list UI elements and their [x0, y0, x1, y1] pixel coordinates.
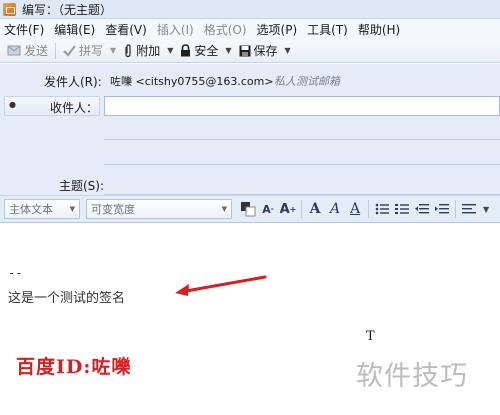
- from-account-note: 私人测试邮箱: [274, 75, 340, 88]
- menu-insert[interactable]: 插入(I): [157, 21, 194, 38]
- font-smaller-icon[interactable]: A-: [259, 199, 277, 219]
- menu-tools[interactable]: 工具(T): [307, 21, 348, 38]
- underline-icon[interactable]: A: [346, 199, 364, 219]
- signature-text: 这是一个测试的签名: [8, 291, 126, 306]
- save-label: 保存: [253, 44, 278, 58]
- message-body-editor[interactable]: -- 这是一个测试的签名 T 百度ID:咗嚛 软件技巧: [0, 224, 500, 415]
- window-title: 编写：（无主题）: [22, 2, 113, 17]
- chevron-down-icon: ▼: [69, 205, 75, 213]
- paragraph-style-select[interactable]: 主体文本 ▼: [4, 199, 80, 219]
- to-label: 收件人：: [50, 101, 99, 115]
- baidu-id-watermark: 百度ID:咗嚛: [16, 356, 132, 378]
- app-icon: [3, 2, 16, 16]
- checkmark-icon: [63, 44, 76, 57]
- menu-format[interactable]: 格式(O): [204, 21, 247, 38]
- text-color-icon[interactable]: [239, 199, 257, 219]
- align-dropdown-icon[interactable]: ▼: [479, 205, 493, 214]
- save-button[interactable]: 保存: [236, 41, 281, 61]
- recipient-row-3[interactable]: [104, 164, 500, 165]
- site-watermark: 软件技巧: [356, 361, 468, 392]
- floppy-icon: [239, 45, 251, 56]
- save-dropdown-icon[interactable]: ▼: [281, 46, 295, 55]
- spell-button[interactable]: 拼写: [60, 41, 106, 61]
- menu-bar: 文件(F) 编辑(E) 查看(V) 插入(I) 格式(O) 选项(P) 工具(T…: [0, 19, 500, 39]
- attach-label: 附加: [136, 44, 161, 58]
- italic-icon[interactable]: A: [326, 199, 344, 219]
- align-icon[interactable]: [460, 199, 478, 219]
- toolbar-divider: [55, 42, 57, 59]
- subject-input[interactable]: [104, 177, 500, 195]
- menu-view[interactable]: 查看(V): [105, 21, 147, 38]
- menu-help[interactable]: 帮助(H): [358, 21, 400, 38]
- format-divider: [301, 200, 302, 218]
- spell-label: 拼写: [79, 44, 104, 58]
- paperclip-icon: [125, 43, 131, 57]
- address-header: 发件人(R): 咗嚛 <citshy0755@163.com> 私人测试邮箱 ●…: [0, 64, 500, 195]
- font-value: 可变宽度: [91, 203, 135, 216]
- text-cursor-icon: T: [366, 329, 375, 344]
- indent-icon[interactable]: [433, 199, 451, 219]
- title-bar: 编写：（无主题）: [0, 0, 500, 19]
- bullet-list-icon[interactable]: [373, 199, 391, 219]
- send-icon: [7, 45, 21, 56]
- security-button[interactable]: 安全: [177, 41, 221, 61]
- menu-edit[interactable]: 编辑(E): [54, 21, 95, 38]
- bold-icon[interactable]: A: [306, 199, 324, 219]
- compose-toolbar: 发送 拼写 ▼ 附加 ▼ 安全 ▼ 保存 ▼: [0, 39, 500, 63]
- from-select[interactable]: 咗嚛 <citshy0755@163.com>: [110, 73, 274, 89]
- send-button[interactable]: 发送: [4, 41, 51, 61]
- attach-dropdown-icon[interactable]: ▼: [163, 46, 177, 55]
- recipient-row-2[interactable]: [104, 139, 500, 140]
- subject-label: 主题(S):: [59, 179, 105, 193]
- outdent-icon[interactable]: [413, 199, 431, 219]
- format-toolbar: 主体文本 ▼ 可变宽度 ▼ A- A + A A A ▼: [0, 195, 500, 223]
- format-divider: [455, 200, 456, 218]
- send-label: 发送: [24, 44, 49, 58]
- lock-icon: [181, 44, 191, 57]
- security-dropdown-icon[interactable]: ▼: [221, 46, 235, 55]
- attach-button[interactable]: 附加: [120, 41, 163, 61]
- numbered-list-icon[interactable]: [393, 199, 411, 219]
- from-label: 发件人(R):: [44, 75, 102, 89]
- chevron-down-icon: ▼: [221, 205, 227, 213]
- menu-file[interactable]: 文件(F): [4, 21, 44, 38]
- font-larger-icon[interactable]: A +: [279, 199, 297, 219]
- font-select[interactable]: 可变宽度 ▼: [86, 199, 232, 219]
- security-label: 安全: [194, 44, 219, 58]
- signature-separator: --: [8, 266, 23, 280]
- paragraph-style-value: 主体文本: [9, 203, 53, 216]
- spell-dropdown-icon[interactable]: ▼: [106, 46, 120, 55]
- to-input[interactable]: [104, 96, 500, 116]
- red-arrow-icon: [175, 275, 267, 296]
- format-divider: [368, 200, 369, 218]
- dropdown-arrow-icon[interactable]: ●: [9, 100, 16, 109]
- menu-options[interactable]: 选项(P): [257, 21, 298, 38]
